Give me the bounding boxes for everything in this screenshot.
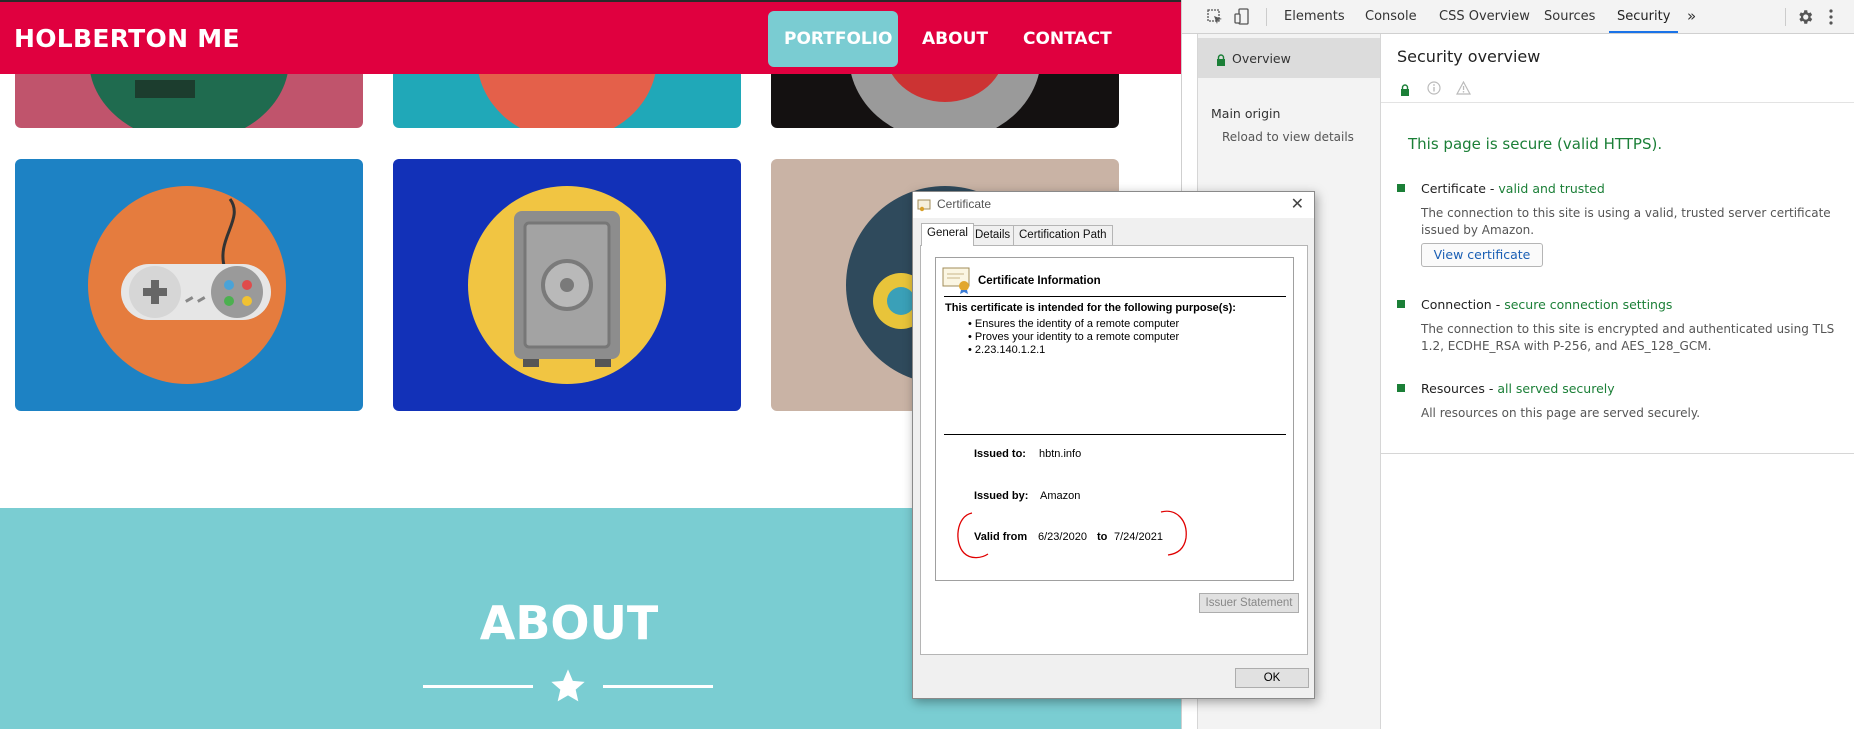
resources-description: All resources on this page are served se… [1421, 406, 1701, 420]
tab-general[interactable]: General [921, 223, 974, 246]
tab-elements[interactable]: Elements [1276, 0, 1353, 33]
connection-row: Connection - secure connection settings [1421, 297, 1673, 312]
connection-label: Connection [1421, 297, 1492, 312]
tab-sources[interactable]: Sources [1536, 0, 1603, 33]
tab-certification-path[interactable]: Certification Path [1013, 225, 1113, 245]
secure-summary: This page is secure (valid HTTPS). [1408, 135, 1663, 153]
devtools-toolbar: Elements Console CSS Overview Sources Se… [1182, 0, 1854, 34]
nav-about[interactable]: ABOUT [906, 11, 1004, 67]
sidebar-item-label: Overview [1232, 51, 1291, 66]
portfolio-tile-game-controller[interactable] [15, 159, 363, 411]
security-overview: Security overview This page is secure (v… [1381, 34, 1854, 454]
certificate-dialog: Certificate ✕ General Details Certificat… [912, 191, 1315, 699]
resources-status-marker [1397, 384, 1405, 392]
connection-status-marker [1397, 300, 1405, 308]
info-icon [1427, 80, 1441, 99]
inspect-element-icon[interactable] [1206, 8, 1224, 30]
secure-lock-icon [1400, 81, 1410, 100]
sidebar-item-overview[interactable]: Overview [1198, 38, 1380, 78]
more-tabs-icon[interactable]: » [1679, 0, 1704, 33]
settings-gear-icon[interactable] [1796, 8, 1814, 30]
red-annotation-marks [957, 510, 1187, 559]
toolbar-separator [1266, 8, 1267, 26]
game-controller-illustration [88, 186, 286, 384]
safe-illustration [468, 186, 666, 384]
tab-details[interactable]: Details [969, 225, 1017, 245]
portfolio-tile-safe[interactable] [393, 159, 741, 411]
view-certificate-button[interactable]: View certificate [1421, 243, 1543, 267]
site-navbar: HOLBERTON ME PORTFOLIO ABOUT CONTACT [0, 0, 1181, 74]
more-options-icon[interactable] [1828, 8, 1834, 30]
nav-portfolio[interactable]: PORTFOLIO [768, 11, 898, 67]
overview-divider [1381, 102, 1854, 103]
star-icon [548, 666, 588, 706]
dialog-title: Certificate [937, 197, 992, 211]
tab-console[interactable]: Console [1357, 0, 1425, 33]
device-toolbar-icon[interactable] [1234, 8, 1252, 30]
site-brand[interactable]: HOLBERTON ME [14, 24, 240, 53]
sidebar-main-origin: Main origin [1211, 106, 1281, 121]
connection-description: The connection to this site is encrypted… [1421, 322, 1835, 353]
nav-contact[interactable]: CONTACT [1007, 11, 1128, 67]
lock-icon [1216, 51, 1226, 70]
certificate-row: Certificate - valid and trusted [1421, 181, 1605, 196]
certificate-status: valid and trusted [1498, 181, 1605, 196]
warning-icon [1455, 80, 1472, 99]
certificate-icon [917, 198, 931, 217]
close-icon[interactable]: ✕ [1291, 194, 1304, 214]
divider-line-left [423, 685, 533, 688]
tab-security[interactable]: Security [1609, 0, 1679, 33]
certificate-status-marker [1397, 184, 1405, 192]
toolbar-separator [1785, 8, 1786, 26]
resources-label: Resources [1421, 381, 1485, 396]
general-tab-panel: Certificate Information This certificate… [920, 245, 1308, 655]
certificate-information-box: Certificate Information This certificate… [935, 257, 1294, 581]
resources-status: all served securely [1497, 381, 1615, 396]
certificate-description: The connection to this site is using a v… [1421, 206, 1831, 237]
issuer-statement-button[interactable]: Issuer Statement [1199, 593, 1299, 613]
dialog-titlebar[interactable]: Certificate ✕ [913, 192, 1314, 218]
connection-status: secure connection settings [1504, 297, 1673, 312]
divider-line-right [603, 685, 713, 688]
security-overview-title: Security overview [1397, 47, 1541, 66]
tab-css-overview[interactable]: CSS Overview [1431, 0, 1538, 33]
resources-row: Resources - all served securely [1421, 381, 1615, 396]
ok-button[interactable]: OK [1235, 668, 1309, 688]
sidebar-reload-hint: Reload to view details [1222, 130, 1354, 144]
certificate-label: Certificate [1421, 181, 1486, 196]
